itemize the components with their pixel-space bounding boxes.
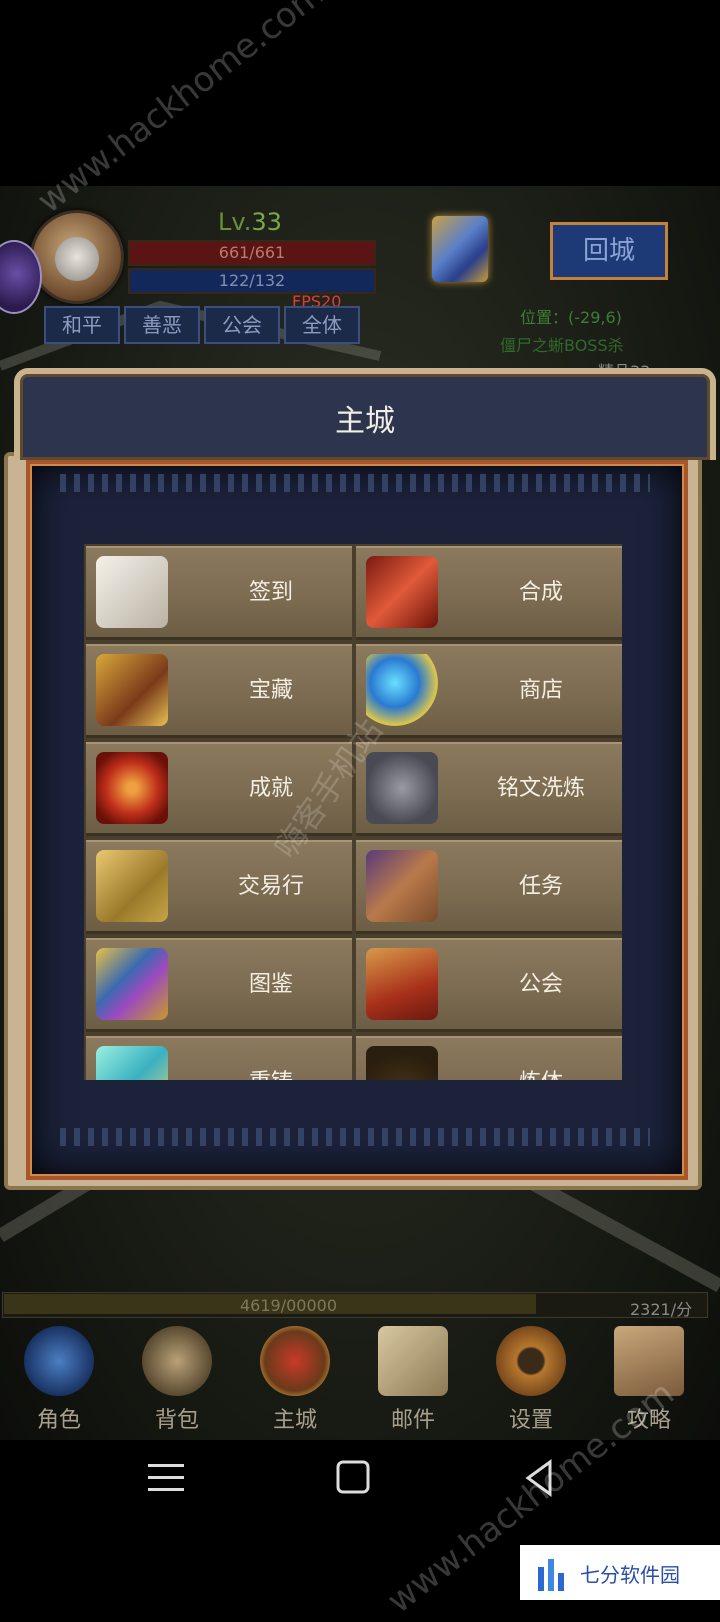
menu-item-label: 宝藏 (248, 678, 293, 703)
pentagram-scroll-icon (96, 752, 168, 824)
menu-item-label: 交易行 (237, 874, 304, 899)
menu-item-label: 公会 (518, 972, 563, 997)
mode-tab-all[interactable]: 全体 (284, 306, 360, 344)
menu-item-label: 商店 (518, 678, 563, 703)
menu-item-4[interactable]: 商店 (354, 642, 622, 740)
menu-item-label: 重铸 (196, 1036, 346, 1080)
score-rate: 2321/分 (630, 1300, 693, 1319)
meditation-figure-icon (366, 1046, 438, 1080)
menu-item-7[interactable]: 交易行 (84, 838, 354, 936)
bag-icon (142, 1326, 212, 1396)
menu-item-label: 图鉴 (248, 972, 293, 997)
site-badge-text: 七分软件园 (580, 1563, 680, 1587)
player-avatar[interactable] (30, 210, 124, 304)
exp-text: 4619/00000 (240, 1296, 338, 1315)
menu-item-3[interactable]: 宝藏 (84, 642, 354, 740)
menu-item-label: 任务 (518, 874, 563, 899)
site-logo-icon (538, 1559, 564, 1591)
menu-item-2[interactable]: 合成 (354, 544, 622, 642)
main-city-menu-grid: 签到合成宝藏商店成就铭文洗炼交易行任务图鉴公会重铸炼体 (84, 544, 622, 1080)
nav-main-city[interactable]: 主城 (240, 1326, 350, 1438)
nav-label: 背包 (154, 1408, 199, 1433)
character-icon (24, 1326, 94, 1396)
quill-scroll-icon (96, 556, 168, 628)
treasure-chest-icon (96, 654, 168, 726)
home-icon[interactable] (336, 1460, 370, 1494)
menu-item-6[interactable]: 铭文洗炼 (354, 740, 622, 838)
nav-mail[interactable]: 邮件 (358, 1326, 468, 1438)
mp-bar: 122/132 (128, 268, 376, 294)
mail-icon (378, 1326, 448, 1396)
nav-label: 角色 (36, 1408, 81, 1433)
menu-item-label: 铭文洗炼 (496, 776, 585, 801)
gems-icon (366, 654, 438, 726)
mode-tab-peace[interactable]: 和平 (44, 306, 120, 344)
player-level: Lv.33 (218, 208, 318, 238)
hp-bar: 661/661 (128, 240, 376, 266)
level-value: 33 (251, 208, 282, 236)
menu-item-11[interactable]: 重铸 (84, 1034, 354, 1080)
menu-item-8[interactable]: 任务 (354, 838, 622, 936)
modal-title: 主城 (335, 404, 395, 439)
boss-notice: 僵尸之蜥BOSS杀 (500, 336, 624, 355)
settings-gear-icon (496, 1326, 566, 1396)
nav-label: 主城 (272, 1408, 317, 1433)
ornament-bottom (60, 1128, 650, 1146)
menu-item-1[interactable]: 签到 (84, 544, 354, 642)
menu-item-10[interactable]: 公会 (354, 936, 622, 1034)
castle-shield-icon (260, 1326, 330, 1396)
nav-bag[interactable]: 背包 (122, 1326, 232, 1438)
nav-settings[interactable]: 设置 (476, 1326, 586, 1438)
guild-banner-icon (366, 948, 438, 1020)
avatar-portrait (55, 237, 99, 281)
menu-item-label: 合成 (518, 580, 563, 605)
menu-item-9[interactable]: 图鉴 (84, 936, 354, 1034)
nav-character[interactable]: 角色 (4, 1326, 114, 1438)
menu-item-12[interactable]: 炼体 (354, 1034, 622, 1080)
return-city-button[interactable]: 回城 (550, 222, 668, 280)
menu-item-label: 签到 (248, 580, 293, 605)
menu-icon[interactable] (148, 1464, 184, 1491)
level-prefix: Lv. (218, 208, 252, 236)
red-blade-icon (366, 556, 438, 628)
quest-scroll-icon (366, 850, 438, 922)
nav-label: 邮件 (390, 1408, 435, 1433)
position-readout: 位置：(-29,6) (520, 308, 622, 327)
gold-ingots-icon (96, 850, 168, 922)
gift-box-icon[interactable] (432, 216, 488, 282)
nav-label: 设置 (508, 1408, 553, 1433)
mode-tab-guild[interactable]: 公会 (204, 306, 280, 344)
mode-tab-good-evil[interactable]: 善恶 (124, 306, 200, 344)
golden-book-icon (96, 948, 168, 1020)
ornament-top (60, 474, 650, 492)
site-badge: 七分软件园 (520, 1545, 720, 1600)
rune-stone-icon (366, 752, 438, 824)
menu-item-label: 炼体 (466, 1036, 616, 1080)
crystal-sword-icon (96, 1046, 168, 1080)
